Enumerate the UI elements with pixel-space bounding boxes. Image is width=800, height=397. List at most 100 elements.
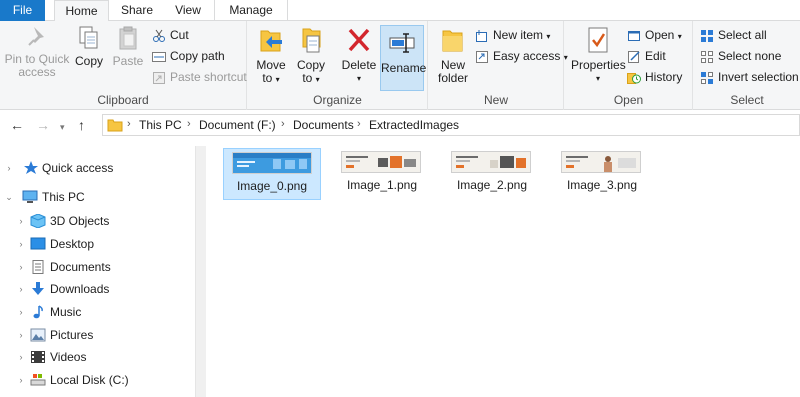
sidebar-item-this-pc[interactable]: ⌄ This PC [0,186,195,208]
select-all-icon [701,29,713,42]
download-icon [32,282,44,295]
sidebar-item-label: This PC [42,190,85,204]
new-item-button[interactable]: New item ▾ [475,25,550,45]
copy-button[interactable]: Copy [72,25,106,68]
copy-path-button[interactable]: Copy path [152,46,225,66]
clipboard-group-label: Clipboard [97,93,149,107]
history-button[interactable]: History [627,67,682,87]
chevron-right-icon[interactable]: › [16,210,26,232]
file-item-image-3[interactable]: Image_3.png [553,148,651,200]
chevron-right-icon[interactable]: › [16,278,26,300]
navigation-pane-scrollbar[interactable] [195,146,206,397]
computer-icon [22,190,38,203]
open-group: Properties ▾ Open ▾ Edit History Open [565,21,693,110]
file-item-image-2[interactable]: Image_2.png [443,148,541,200]
copy-path-label: Copy path [170,49,225,63]
breadcrumb-separator-icon[interactable]: › [127,118,131,130]
new-folder-button[interactable]: New folder [435,25,471,85]
paste-button[interactable]: Paste [110,25,146,68]
history-icon [627,72,641,84]
breadcrumb-document-drive[interactable]: Document (F:) [199,118,276,132]
paste-shortcut-button[interactable]: Paste shortcut [152,67,247,87]
breadcrumb-separator-icon[interactable]: › [357,118,361,130]
sidebar-item-pictures[interactable]: › Pictures [0,324,195,346]
copy-to-icon [302,28,321,53]
select-all-button[interactable]: Select all [700,25,767,45]
breadcrumb-extracted-images[interactable]: ExtractedImages [369,118,459,132]
chevron-down-icon[interactable]: ⌄ [4,186,14,208]
copy-label: Copy [74,54,103,68]
drive-icon [30,374,46,386]
recent-locations-chevron-icon[interactable]: ▾ [60,119,65,135]
rename-button[interactable]: Rename [380,25,426,91]
history-label: History [645,70,683,84]
delete-button[interactable]: Delete ▾ [338,25,380,85]
copy-icon [79,26,98,49]
sidebar-item-label: Downloads [50,282,110,296]
sidebar-item-videos[interactable]: › Videos [0,346,195,368]
pictures-icon [30,328,46,342]
thumbnail-image [561,151,641,173]
desktop-icon [30,237,46,250]
chevron-right-icon[interactable]: › [16,346,26,368]
breadcrumb-separator-icon[interactable]: › [281,118,285,130]
thumbnail-image [341,151,421,173]
video-icon [31,351,45,363]
back-arrow-icon[interactable]: ← [10,117,24,133]
chevron-down-icon: ▾ [275,75,280,84]
tab-share[interactable]: Share [110,0,164,21]
paste-label: Paste [112,54,144,68]
sidebar-item-quick-access[interactable]: › Quick access [0,157,195,179]
sidebar-item-desktop[interactable]: › Desktop [0,233,195,255]
cube-icon [30,214,46,228]
chevron-down-icon: ▾ [677,32,682,41]
organize-group-label: Organize [313,93,362,107]
chevron-down-icon: ▾ [595,74,600,83]
properties-label: Properties [571,58,626,72]
sidebar-item-downloads[interactable]: › Downloads [0,278,195,300]
pin-to-quick-access-button[interactable]: Pin to Quick access [4,25,70,79]
edit-button[interactable]: Edit [627,46,666,66]
breadcrumb-documents[interactable]: Documents [293,118,354,132]
breadcrumb-this-pc[interactable]: This PC [139,118,182,132]
move-to-button[interactable]: Move to ▾ [254,25,288,86]
file-item-image-0[interactable]: Image_0.png [223,148,321,200]
sidebar-item-3d-objects[interactable]: › 3D Objects [0,210,195,232]
cut-button[interactable]: Cut [152,25,189,45]
invert-selection-button[interactable]: Invert selection [700,67,799,87]
new-folder-label-line2: folder [437,71,469,85]
sidebar-item-documents[interactable]: › Documents [0,256,195,278]
chevron-right-icon[interactable]: › [16,369,26,391]
sidebar-item-local-disk[interactable]: › Local Disk (C:) [0,369,195,391]
tab-file[interactable]: File [0,0,45,21]
breadcrumb-separator-icon[interactable]: › [187,118,191,130]
paste-icon [119,26,137,50]
navigation-bar: ← → ▾ ↑ › This PC › Document (F:) › Docu… [0,110,800,140]
properties-button[interactable]: Properties ▾ [571,25,626,85]
copy-to-button[interactable]: Copy to ▾ [294,25,328,86]
chevron-right-icon[interactable]: › [16,301,26,323]
clipboard-group: Pin to Quick access Copy Paste Cut Copy … [0,21,247,110]
properties-icon [588,27,608,53]
open-button[interactable]: Open ▾ [627,25,682,45]
address-bar[interactable]: › This PC › Document (F:) › Documents › … [102,114,800,136]
file-item-image-1[interactable]: Image_1.png [333,148,431,200]
chevron-right-icon[interactable]: › [16,256,26,278]
chevron-right-icon[interactable]: › [16,233,26,255]
scissors-icon [153,29,165,42]
tab-home[interactable]: Home [54,0,109,22]
select-group: Select all Select none Invert selection … [694,21,800,110]
sidebar-item-label: Videos [50,350,87,364]
tab-manage[interactable]: Manage [214,0,288,21]
forward-arrow-icon[interactable]: → [36,117,50,133]
thumbnail-image [232,152,312,174]
up-arrow-icon[interactable]: ↑ [78,117,85,133]
chevron-right-icon[interactable]: › [16,324,26,346]
sidebar-item-music[interactable]: › Music [0,301,195,323]
tab-view[interactable]: View [164,0,212,21]
edit-label: Edit [645,49,666,63]
chevron-down-icon: ▾ [546,32,551,41]
easy-access-button[interactable]: Easy access ▾ [475,46,568,66]
select-none-button[interactable]: Select none [700,46,781,66]
chevron-right-icon[interactable]: › [4,157,14,179]
